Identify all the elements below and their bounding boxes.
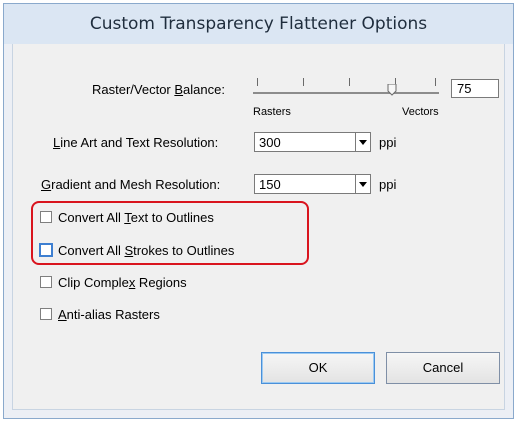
ok-button[interactable]: OK (261, 352, 375, 384)
line-art-resolution-combo[interactable]: 300 (254, 132, 371, 152)
gradient-mesh-resolution-value[interactable]: 150 (259, 177, 281, 192)
vectors-caption: Vectors (402, 106, 439, 118)
dialog-title: Custom Transparency Flattener Options (4, 4, 513, 44)
checkbox[interactable] (39, 243, 53, 257)
checkbox[interactable] (40, 308, 52, 320)
slider-tick (257, 78, 258, 86)
slider-tick (303, 78, 304, 86)
checkbox[interactable] (40, 276, 52, 288)
rasters-caption: Rasters (253, 106, 291, 118)
checkbox[interactable] (40, 211, 52, 223)
line-art-label: Line Art and Text Resolution: (53, 135, 219, 150)
slider-track (253, 92, 439, 94)
slider-thumb[interactable] (387, 84, 397, 96)
slider-tick (435, 78, 436, 86)
gradient-mesh-unit: ppi (379, 177, 397, 192)
gradient-mesh-label: Gradient and Mesh Resolution: (41, 177, 221, 192)
convert-text-outlines-option[interactable]: Convert All Text to Outlines (40, 208, 214, 226)
anti-alias-rasters-option[interactable]: Anti-alias Rasters (40, 305, 160, 323)
gradient-mesh-resolution-combo[interactable]: 150 (254, 174, 371, 194)
line-art-unit: ppi (379, 135, 397, 150)
chevron-down-icon[interactable] (355, 175, 370, 193)
raster-vector-label: Raster/Vector Balance: (92, 82, 225, 97)
chevron-down-icon[interactable] (355, 133, 370, 151)
line-art-resolution-value[interactable]: 300 (259, 135, 281, 150)
raster-vector-slider[interactable]: Rasters Vectors (253, 76, 443, 118)
convert-strokes-outlines-option[interactable]: Convert All Strokes to Outlines (39, 241, 234, 259)
clip-complex-regions-option[interactable]: Clip Complex Regions (40, 273, 187, 291)
raster-vector-value-field[interactable]: 75 (451, 79, 499, 98)
cancel-button[interactable]: Cancel (386, 352, 500, 384)
slider-tick (349, 78, 350, 86)
